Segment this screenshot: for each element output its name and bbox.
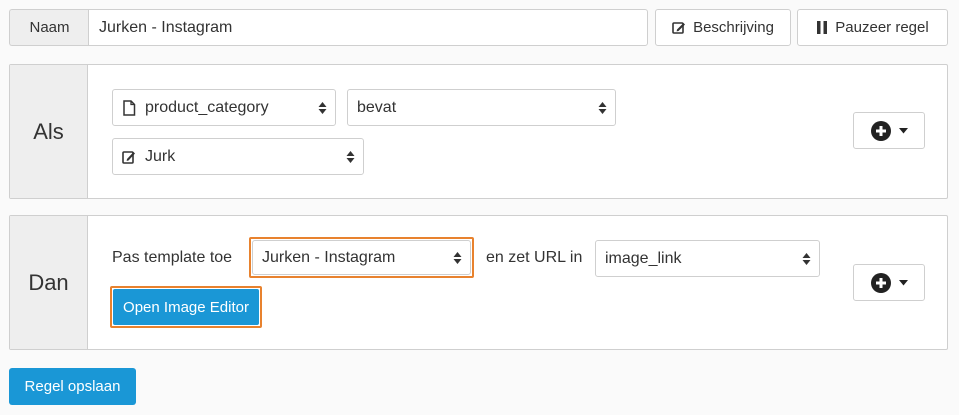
select-arrows-icon	[598, 101, 607, 114]
condition-field-value: product_category	[145, 98, 269, 116]
select-arrows-icon	[453, 251, 462, 264]
pause-button-label: Pauzeer regel	[835, 19, 929, 36]
select-arrows-icon	[346, 150, 355, 163]
caret-down-icon	[898, 279, 908, 285]
condition-label: Als	[10, 65, 88, 198]
description-button-label: Beschrijving	[693, 19, 774, 36]
condition-operator-value: bevat	[357, 98, 397, 116]
url-field-value: image_link	[605, 249, 682, 267]
open-image-editor-button[interactable]: Open Image Editor	[113, 289, 259, 325]
select-arrows-icon	[802, 252, 811, 265]
action-label: Dan	[10, 216, 88, 349]
add-condition-button[interactable]	[853, 112, 925, 149]
edit-icon	[122, 150, 135, 164]
description-button[interactable]: Beschrijving	[655, 9, 791, 46]
caret-down-icon	[898, 127, 908, 133]
select-arrows-icon	[318, 101, 327, 114]
condition-operator-select[interactable]: bevat	[347, 89, 616, 126]
file-icon	[123, 99, 136, 116]
template-select[interactable]: Jurken - Instagram	[252, 240, 471, 275]
condition-value-select[interactable]: Jurk	[112, 138, 364, 175]
condition-panel: Als product_category bevat Jurk	[9, 64, 948, 199]
template-select-value: Jurken - Instagram	[262, 248, 396, 266]
pause-rule-button[interactable]: Pauzeer regel	[797, 9, 948, 46]
pause-icon	[817, 21, 828, 34]
action-panel: Dan Pas template toe Jurken - Instagram …	[9, 215, 948, 350]
url-field-select[interactable]: image_link	[595, 240, 820, 277]
plus-circle-icon	[870, 272, 891, 293]
set-url-text: en zet URL in	[486, 249, 583, 266]
save-rule-button[interactable]: Regel opslaan	[9, 368, 136, 405]
name-label: Naam	[9, 9, 89, 46]
add-action-button[interactable]	[853, 264, 925, 301]
rule-name-input[interactable]: Jurken - Instagram	[88, 9, 648, 46]
condition-field-select[interactable]: product_category	[112, 89, 336, 126]
condition-value-text: Jurk	[145, 147, 176, 165]
apply-template-text: Pas template toe	[112, 249, 233, 266]
edit-icon	[672, 21, 686, 34]
plus-circle-icon	[870, 120, 891, 141]
